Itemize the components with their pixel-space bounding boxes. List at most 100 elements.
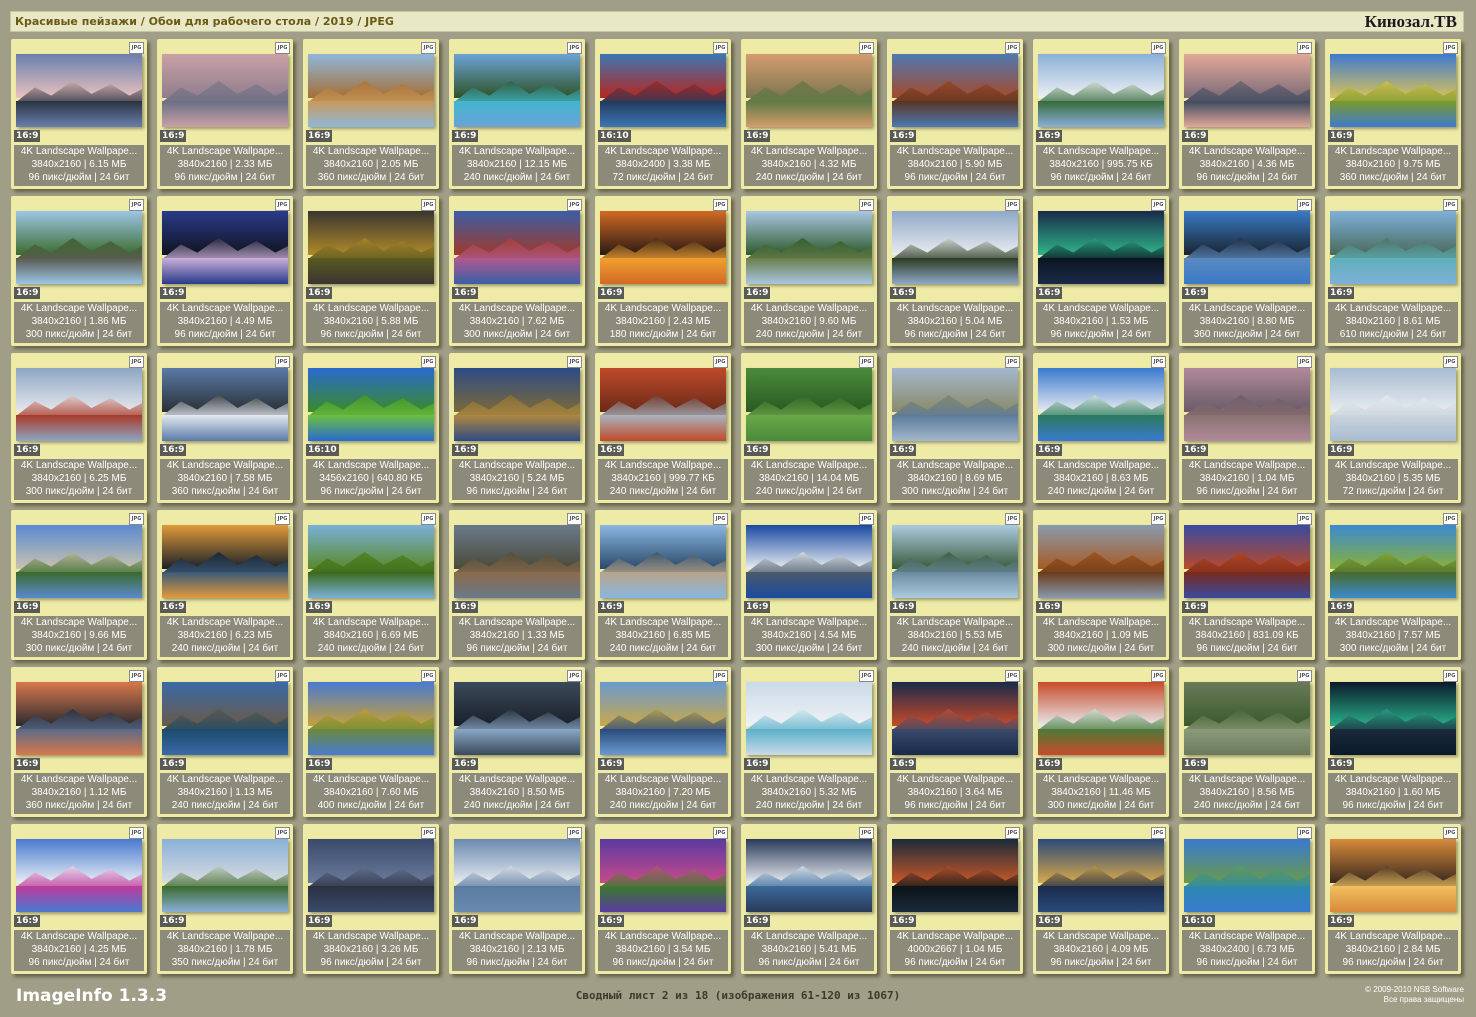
thumbnail-card[interactable]: JPG 16:9 4K Landscape Wallpape... 3840x2160… bbox=[157, 39, 293, 189]
thumbnail-card[interactable]: JPG 16:9 4K Landscape Wallpape... 3840x2160… bbox=[741, 196, 877, 346]
thumbnail-card[interactable]: JPG 16:9 4K Landscape Wallpape... 3840x2160… bbox=[157, 510, 293, 660]
thumbnail-card[interactable]: JPG 16:9 4K Landscape Wallpape... 3840x2160… bbox=[1179, 196, 1315, 346]
thumbnail-card[interactable]: JPG 16:9 4K Landscape Wallpape... 3840x2160… bbox=[1325, 667, 1461, 817]
thumbnail-image[interactable] bbox=[308, 368, 434, 441]
thumbnail-image[interactable] bbox=[892, 839, 1018, 912]
thumbnail-image[interactable] bbox=[1184, 525, 1310, 598]
thumbnail-image[interactable] bbox=[1184, 839, 1310, 912]
thumbnail-image[interactable] bbox=[600, 54, 726, 127]
thumbnail-image[interactable] bbox=[1038, 211, 1164, 284]
thumbnail-image[interactable] bbox=[162, 839, 288, 912]
thumbnail-image[interactable] bbox=[1330, 525, 1456, 598]
thumbnail-card[interactable]: JPG 16:9 4K Landscape Wallpape... 3840x2160… bbox=[1325, 196, 1461, 346]
thumbnail-card[interactable]: JPG 16:9 4K Landscape Wallpape... 3840x2160… bbox=[1033, 510, 1169, 660]
thumbnail-card[interactable]: JPG 16:9 4K Landscape Wallpape... 3840x2160… bbox=[303, 510, 439, 660]
thumbnail-card[interactable]: JPG 16:10 4K Landscape Wallpape... 3456x216… bbox=[303, 353, 439, 503]
thumbnail-card[interactable]: JPG 16:9 4K Landscape Wallpape... 3840x2160… bbox=[1325, 824, 1461, 974]
thumbnail-image[interactable] bbox=[1330, 839, 1456, 912]
thumbnail-image[interactable] bbox=[162, 54, 288, 127]
thumbnail-image[interactable] bbox=[1184, 211, 1310, 284]
thumbnail-card[interactable]: JPG 16:9 4K Landscape Wallpape... 3840x2160… bbox=[1325, 353, 1461, 503]
thumbnail-card[interactable]: JPG 16:9 4K Landscape Wallpape... 3840x2160… bbox=[887, 667, 1023, 817]
thumbnail-image[interactable] bbox=[454, 211, 580, 284]
thumbnail-card[interactable]: JPG 16:9 4K Landscape Wallpape... 3840x2160… bbox=[11, 824, 147, 974]
thumbnail-image[interactable] bbox=[892, 54, 1018, 127]
thumbnail-card[interactable]: JPG 16:9 4K Landscape Wallpape... 3840x2160… bbox=[157, 824, 293, 974]
thumbnail-image[interactable] bbox=[16, 54, 142, 127]
thumbnail-card[interactable]: JPG 16:9 4K Landscape Wallpape... 3840x2160… bbox=[595, 510, 731, 660]
thumbnail-image[interactable] bbox=[16, 211, 142, 284]
thumbnail-card[interactable]: JPG 16:9 4K Landscape Wallpape... 3840x2160… bbox=[1325, 510, 1461, 660]
thumbnail-image[interactable] bbox=[162, 682, 288, 755]
thumbnail-image[interactable] bbox=[1330, 682, 1456, 755]
thumbnail-image[interactable] bbox=[162, 211, 288, 284]
thumbnail-image[interactable] bbox=[1330, 54, 1456, 127]
thumbnail-image[interactable] bbox=[1038, 682, 1164, 755]
thumbnail-image[interactable] bbox=[16, 525, 142, 598]
thumbnail-image[interactable] bbox=[746, 525, 872, 598]
thumbnail-image[interactable] bbox=[454, 368, 580, 441]
thumbnail-card[interactable]: JPG 16:9 4K Landscape Wallpape... 3840x2160… bbox=[11, 196, 147, 346]
thumbnail-image[interactable] bbox=[892, 525, 1018, 598]
thumbnail-card[interactable]: JPG 16:9 4K Landscape Wallpape... 3840x2160… bbox=[1033, 824, 1169, 974]
thumbnail-card[interactable]: JPG 16:9 4K Landscape Wallpape... 3840x2160… bbox=[11, 510, 147, 660]
thumbnail-card[interactable]: JPG 16:9 4K Landscape Wallpape... 3840x2160… bbox=[741, 39, 877, 189]
thumbnail-image[interactable] bbox=[454, 525, 580, 598]
thumbnail-image[interactable] bbox=[892, 682, 1018, 755]
thumbnail-image[interactable] bbox=[16, 368, 142, 441]
thumbnail-image[interactable] bbox=[746, 211, 872, 284]
thumbnail-card[interactable]: JPG 16:9 4K Landscape Wallpape... 3840x2160… bbox=[1179, 39, 1315, 189]
thumbnail-image[interactable] bbox=[746, 839, 872, 912]
thumbnail-card[interactable]: JPG 16:9 4K Landscape Wallpape... 3840x2160… bbox=[595, 353, 731, 503]
thumbnail-image[interactable] bbox=[746, 54, 872, 127]
thumbnail-image[interactable] bbox=[308, 525, 434, 598]
thumbnail-card[interactable]: JPG 16:9 4K Landscape Wallpape... 3840x2160… bbox=[887, 353, 1023, 503]
thumbnail-card[interactable]: JPG 16:9 4K Landscape Wallpape... 3840x2160… bbox=[1325, 39, 1461, 189]
thumbnail-image[interactable] bbox=[1330, 211, 1456, 284]
thumbnail-card[interactable]: JPG 16:9 4K Landscape Wallpape... 3840x2160… bbox=[741, 824, 877, 974]
thumbnail-image[interactable] bbox=[16, 682, 142, 755]
thumbnail-card[interactable]: JPG 16:9 4K Landscape Wallpape... 3840x2160… bbox=[449, 667, 585, 817]
thumbnail-image[interactable] bbox=[1038, 54, 1164, 127]
thumbnail-card[interactable]: JPG 16:9 4K Landscape Wallpape... 3840x2160… bbox=[449, 510, 585, 660]
thumbnail-image[interactable] bbox=[1038, 525, 1164, 598]
thumbnail-image[interactable] bbox=[1184, 54, 1310, 127]
thumbnail-card[interactable]: JPG 16:9 4K Landscape Wallpape... 3840x2160… bbox=[1033, 196, 1169, 346]
thumbnail-card[interactable]: JPG 16:9 4K Landscape Wallpape... 3840x2160… bbox=[11, 39, 147, 189]
thumbnail-image[interactable] bbox=[1038, 368, 1164, 441]
thumbnail-card[interactable]: JPG 16:9 4K Landscape Wallpape... 3840x2160… bbox=[1033, 39, 1169, 189]
thumbnail-card[interactable]: JPG 16:9 4K Landscape Wallpape... 3840x2160… bbox=[303, 667, 439, 817]
thumbnail-image[interactable] bbox=[600, 525, 726, 598]
thumbnail-card[interactable]: JPG 16:9 4K Landscape Wallpape... 3840x2160… bbox=[887, 510, 1023, 660]
thumbnail-image[interactable] bbox=[600, 682, 726, 755]
thumbnail-card[interactable]: JPG 16:9 4K Landscape Wallpape... 3840x2160… bbox=[303, 196, 439, 346]
thumbnail-card[interactable]: JPG 16:9 4K Landscape Wallpape... 3840x2160… bbox=[1179, 353, 1315, 503]
thumbnail-card[interactable]: JPG 16:9 4K Landscape Wallpape... 3840x2160… bbox=[887, 39, 1023, 189]
thumbnail-card[interactable]: JPG 16:10 4K Landscape Wallpape... 3840x240… bbox=[595, 39, 731, 189]
thumbnail-card[interactable]: JPG 16:9 4K Landscape Wallpape... 3840x2160… bbox=[11, 353, 147, 503]
thumbnail-image[interactable] bbox=[308, 682, 434, 755]
thumbnail-image[interactable] bbox=[1330, 368, 1456, 441]
thumbnail-card[interactable]: JPG 16:9 4K Landscape Wallpape... 3840x2160… bbox=[887, 196, 1023, 346]
thumbnail-image[interactable] bbox=[162, 525, 288, 598]
thumbnail-image[interactable] bbox=[600, 839, 726, 912]
thumbnail-image[interactable] bbox=[600, 211, 726, 284]
thumbnail-image[interactable] bbox=[16, 839, 142, 912]
thumbnail-image[interactable] bbox=[454, 54, 580, 127]
thumbnail-image[interactable] bbox=[1038, 839, 1164, 912]
thumbnail-card[interactable]: JPG 16:9 4K Landscape Wallpape... 3840x2160… bbox=[449, 39, 585, 189]
thumbnail-card[interactable]: JPG 16:9 4K Landscape Wallpape... 3840x2160… bbox=[595, 667, 731, 817]
thumbnail-card[interactable]: JPG 16:9 4K Landscape Wallpape... 3840x2160… bbox=[157, 353, 293, 503]
thumbnail-card[interactable]: JPG 16:9 4K Landscape Wallpape... 3840x2160… bbox=[741, 667, 877, 817]
thumbnail-card[interactable]: JPG 16:9 4K Landscape Wallpape... 4000x2667… bbox=[887, 824, 1023, 974]
thumbnail-card[interactable]: JPG 16:9 4K Landscape Wallpape... 3840x2160… bbox=[157, 196, 293, 346]
thumbnail-image[interactable] bbox=[1184, 682, 1310, 755]
thumbnail-card[interactable]: JPG 16:9 4K Landscape Wallpape... 3840x2160… bbox=[449, 196, 585, 346]
thumbnail-card[interactable]: JPG 16:9 4K Landscape Wallpape... 3840x2160… bbox=[595, 824, 731, 974]
thumbnail-card[interactable]: JPG 16:9 4K Landscape Wallpape... 3840x2160… bbox=[595, 196, 731, 346]
thumbnail-card[interactable]: JPG 16:9 4K Landscape Wallpape... 3840x2160… bbox=[157, 667, 293, 817]
thumbnail-image[interactable] bbox=[746, 682, 872, 755]
thumbnail-image[interactable] bbox=[892, 368, 1018, 441]
thumbnail-image[interactable] bbox=[746, 368, 872, 441]
thumbnail-card[interactable]: JPG 16:9 4K Landscape Wallpape... 3840x2160… bbox=[303, 824, 439, 974]
